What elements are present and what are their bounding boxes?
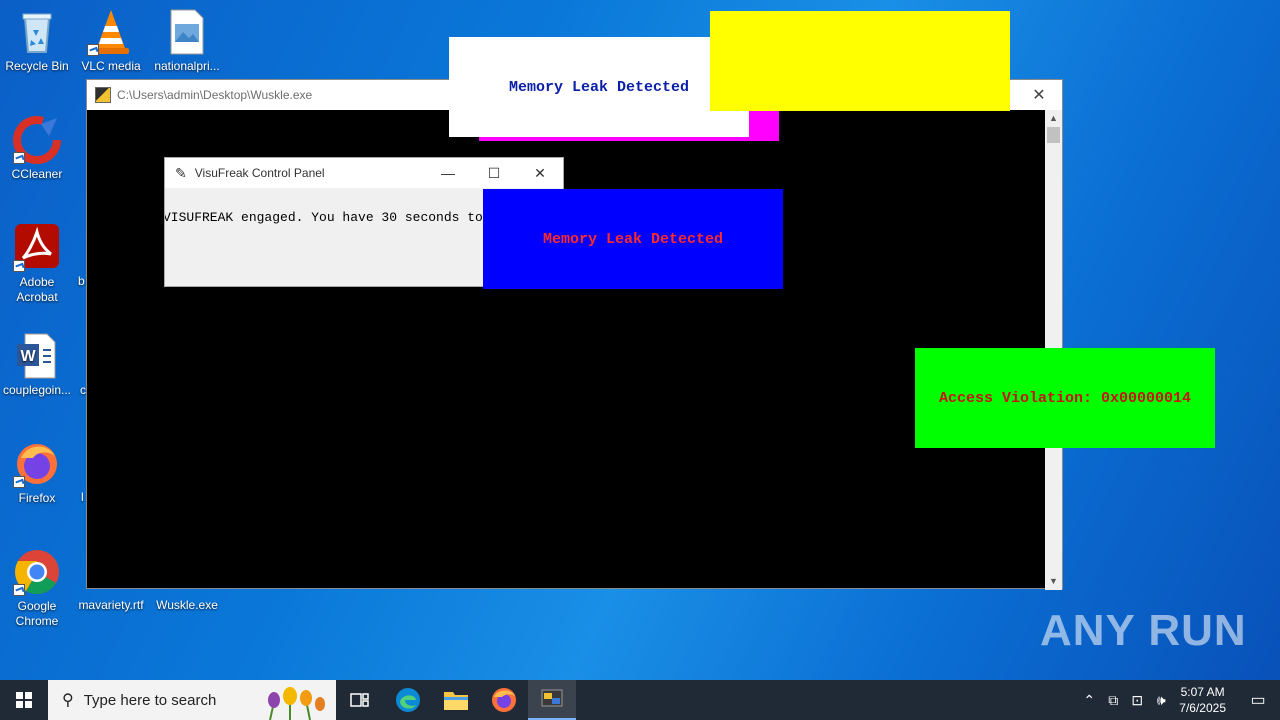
control-panel-message: VISUFREAK engaged. You have 30 seconds t…	[164, 210, 483, 225]
maximize-icon: ☐	[487, 164, 501, 181]
clock[interactable]: 5:07 AM 7/6/2025	[1179, 684, 1226, 716]
minimize-icon: —	[441, 165, 455, 181]
control-panel-titlebar[interactable]: ✎ VisuFreak Control Panel — ☐ ✕	[165, 158, 563, 188]
desktop-icon-label: VLC media	[81, 59, 141, 73]
desktop-icon-label: Recycle Bin	[5, 59, 69, 73]
chrome-icon	[13, 548, 61, 596]
desktop-icon-label: nationalpri...	[154, 59, 220, 73]
close-button[interactable]: ✕	[517, 158, 563, 188]
shortcut-arrow-icon	[13, 260, 25, 272]
close-icon: ✕	[534, 164, 546, 181]
desktop-icon-wuskle[interactable]: Wuskle.exe	[150, 598, 224, 613]
clock-date: 7/6/2025	[1179, 701, 1226, 715]
scroll-down-arrow-icon[interactable]: ▼	[1045, 573, 1062, 590]
taskbar-file-explorer-button[interactable]	[432, 680, 480, 720]
desktop-icon-label: Google Chrome	[15, 599, 59, 628]
task-view-button[interactable]	[336, 680, 384, 720]
scroll-up-arrow-icon[interactable]: ▲	[1045, 110, 1062, 127]
task-view-icon	[350, 693, 369, 707]
desktop-icon-recycle-bin[interactable]: Recycle Bin	[0, 8, 74, 74]
desktop-icon-nationalpri[interactable]: nationalpri...	[150, 8, 224, 74]
desktop-icon-mavariety[interactable]: mavariety.rtf	[74, 598, 148, 613]
firefox-icon	[492, 688, 516, 712]
taskbar-wuskle-button[interactable]	[528, 680, 576, 720]
taskbar-search-box[interactable]: ⚲ Type here to search	[48, 680, 336, 720]
feather-icon: ✎	[175, 164, 187, 181]
edge-icon	[396, 688, 420, 712]
windows-logo-icon	[16, 692, 32, 708]
search-icon: ⚲	[62, 692, 74, 709]
desktop-icon-label: CCleaner	[11, 167, 63, 181]
desktop-icon-vlc[interactable]: VLC media	[74, 8, 148, 74]
python-app-icon	[541, 689, 563, 707]
console-close-button[interactable]: ✕	[1016, 80, 1062, 110]
folder-icon	[444, 692, 468, 710]
scrollbar-thumb[interactable]	[1047, 127, 1060, 143]
shortcut-arrow-icon	[13, 152, 25, 164]
start-button[interactable]	[0, 680, 48, 720]
memory-leak-text: Memory Leak Detected	[542, 230, 724, 248]
control-panel-title: VisuFreak Control Panel	[194, 166, 325, 180]
maximize-button[interactable]: ☐	[471, 158, 517, 188]
shortcut-arrow-icon	[13, 584, 25, 596]
minimize-button[interactable]: —	[425, 158, 471, 188]
desktop-icon-google-chrome[interactable]: Google Chrome	[0, 548, 74, 629]
access-violation-text: Access Violation: 0x00000014	[938, 389, 1192, 407]
console-window[interactable]: C:\Users\admin\Desktop\Wuskle.exe ✕ ▲ ▼	[86, 79, 1063, 590]
partial-icon-label: b	[78, 274, 85, 288]
taskbar-firefox-button[interactable]	[480, 680, 528, 720]
word-document-icon: W	[13, 332, 61, 380]
tulips-decoration-icon	[268, 687, 325, 720]
taskbar: ⚲ Type here to search ⌃ ⧉ ⊡ 🕪 5:07 AM 7/…	[0, 680, 1280, 720]
app-icon	[95, 87, 111, 103]
desktop-icon-ccleaner[interactable]: CCleaner	[0, 116, 74, 182]
taskbar-edge-button[interactable]	[384, 680, 432, 720]
desktop-icon-label: Firefox	[18, 491, 56, 505]
desktop-icon-label: Adobe Acrobat	[16, 275, 58, 304]
recycle-bin-icon	[13, 8, 61, 56]
chevron-up-icon[interactable]: ⌃	[1077, 692, 1101, 709]
svg-text:W: W	[20, 348, 36, 365]
vlc-cone-icon	[87, 8, 135, 56]
desktop-icon-firefox[interactable]: Firefox	[0, 440, 74, 506]
image-file-icon	[163, 8, 211, 56]
memory-leak-text: Memory Leak Detected	[508, 78, 690, 96]
acrobat-icon	[13, 224, 61, 272]
partial-icon-label: l	[81, 490, 84, 504]
shortcut-arrow-icon	[87, 44, 99, 56]
memory-leak-popup-white: Memory Leak Detected	[449, 37, 749, 137]
clock-time: 5:07 AM	[1180, 685, 1225, 699]
ccleaner-icon	[13, 116, 61, 164]
access-violation-popup: Access Violation: 0x00000014	[915, 348, 1215, 448]
desktop-icon-label: couplegoin...	[2, 383, 72, 397]
network-icon[interactable]: ⊡	[1125, 692, 1149, 709]
device-icon[interactable]: ⧉	[1101, 692, 1125, 709]
desktop-icon-adobe-acrobat[interactable]: Adobe Acrobat	[0, 224, 74, 305]
system-tray: ⌃ ⧉ ⊡ 🕪 5:07 AM 7/6/2025 ▭	[1077, 680, 1280, 720]
yellow-popup-block	[710, 11, 1010, 111]
memory-leak-popup-blue: Memory Leak Detected	[483, 189, 783, 289]
console-title: C:\Users\admin\Desktop\Wuskle.exe	[117, 88, 313, 102]
anyrun-watermark: ANY RUN	[1040, 606, 1247, 655]
desktop-icon-label: Wuskle.exe	[156, 598, 218, 612]
close-icon: ✕	[1032, 87, 1046, 104]
volume-icon[interactable]: 🕪	[1149, 692, 1173, 709]
desktop-icon-couplegoin[interactable]: W couplegoin...	[0, 332, 74, 398]
notification-icon[interactable]: ▭	[1236, 690, 1280, 710]
search-placeholder: Type here to search	[83, 691, 217, 709]
desktop-icon-label: mavariety.rtf	[78, 598, 144, 612]
firefox-icon	[13, 440, 61, 488]
shortcut-arrow-icon	[13, 476, 25, 488]
